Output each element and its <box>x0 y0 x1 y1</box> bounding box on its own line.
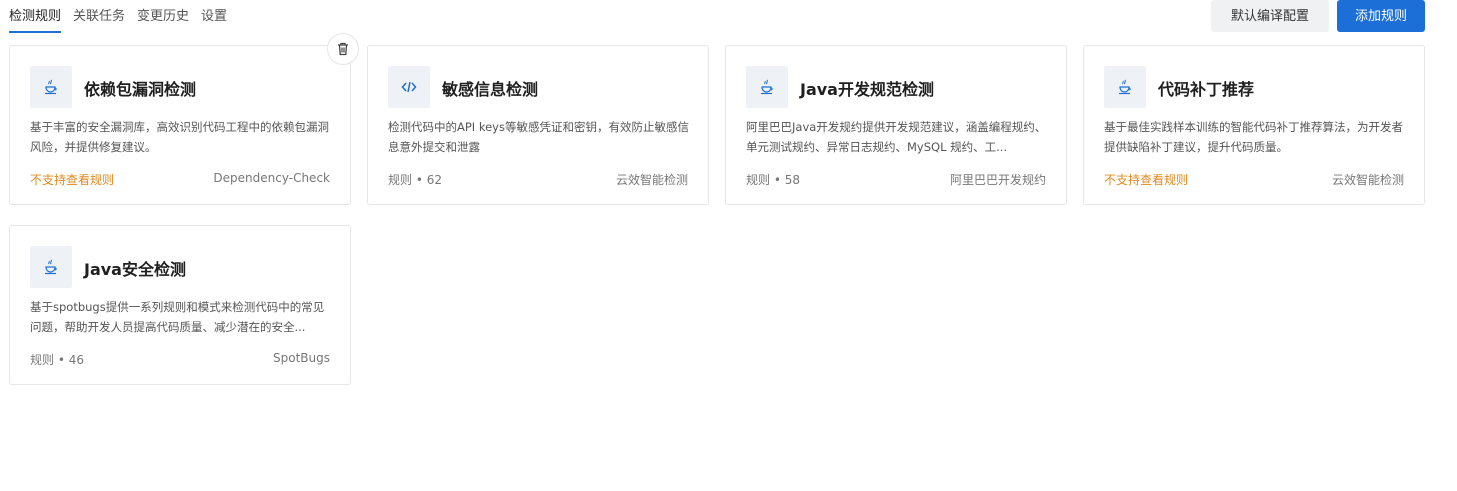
rule-card-dependency[interactable]: 依赖包漏洞检测 基于丰富的安全漏洞库，高效识别代码工程中的依赖包漏洞风险，并提供… <box>9 45 351 205</box>
tab-related-tasks[interactable]: 关联任务 <box>73 0 125 33</box>
card-engine: SpotBugs <box>273 351 330 365</box>
card-rule-count: 规则 • 62 <box>388 173 442 187</box>
rule-card-sensitive-info[interactable]: 敏感信息检测 检测代码中的API keys等敏感凭证和密钥，有效防止敏感信息意外… <box>367 45 709 205</box>
card-title: Java开发规范检测 <box>800 80 934 99</box>
card-title: 依赖包漏洞检测 <box>84 80 197 99</box>
card-icon-box <box>30 66 72 108</box>
trash-icon <box>338 42 348 56</box>
card-icon-box <box>388 66 430 108</box>
card-rule-count: 规则 • 46 <box>30 353 84 367</box>
card-title: Java安全检测 <box>84 260 186 279</box>
tab-change-history[interactable]: 变更历史 <box>137 0 189 33</box>
card-engine: 云效智能检测 <box>1331 173 1404 187</box>
add-rule-button[interactable]: 添加规则 <box>1337 0 1425 32</box>
card-icon-box <box>746 66 788 108</box>
rule-card-patch-recommend[interactable]: 代码补丁推荐 基于最佳实践样本训练的智能代码补丁推荐算法，为开发者提供缺陷补丁建… <box>1083 45 1425 205</box>
card-icon-box <box>30 246 72 288</box>
delete-rule-button[interactable] <box>327 33 359 65</box>
card-title: 敏感信息检测 <box>442 80 539 99</box>
java-cup-icon <box>45 79 57 95</box>
card-title: 代码补丁推荐 <box>1158 80 1255 99</box>
rule-card-java-security[interactable]: Java安全检测 基于spotbugs提供一系列规则和模式来检测代码中的常见问题… <box>9 225 351 385</box>
toolbar: 检测规则 关联任务 变更历史 设置 默认编译配置 添加规则 <box>0 0 1457 36</box>
card-rule-count: 规则 • 58 <box>746 173 800 187</box>
card-engine: Dependency-Check <box>213 171 330 185</box>
card-description: 基于最佳实践样本训练的智能代码补丁推荐算法，为开发者提供缺陷补丁建议，提升代码质… <box>1104 120 1403 154</box>
card-description: 基于丰富的安全漏洞库，高效识别代码工程中的依赖包漏洞风险，并提供修复建议。 <box>30 120 329 154</box>
default-config-button[interactable]: 默认编译配置 <box>1211 0 1329 32</box>
java-cup-icon <box>1119 79 1131 95</box>
code-icon <box>401 81 417 93</box>
java-cup-icon <box>761 79 773 95</box>
tab-bar: 检测规则 关联任务 变更历史 设置 <box>9 0 239 33</box>
card-description: 检测代码中的API keys等敏感凭证和密钥，有效防止敏感信息意外提交和泄露 <box>388 120 689 154</box>
tab-settings[interactable]: 设置 <box>201 0 227 33</box>
card-engine: 云效智能检测 <box>615 173 688 187</box>
java-cup-icon <box>45 259 57 275</box>
card-icon-box <box>1104 66 1146 108</box>
card-description: 基于spotbugs提供一系列规则和模式来检测代码中的常见问题，帮助开发人员提高… <box>30 300 325 334</box>
card-description: 阿里巴巴Java开发规约提供开发规范建议，涵盖编程规约、单元测试规约、异常日志规… <box>746 120 1047 154</box>
rule-card-java-conventions[interactable]: Java开发规范检测 阿里巴巴Java开发规约提供开发规范建议，涵盖编程规约、单… <box>725 45 1067 205</box>
card-rule-status: 不支持查看规则 <box>1104 173 1189 187</box>
card-engine: 阿里巴巴开发规约 <box>949 173 1046 187</box>
tab-rules[interactable]: 检测规则 <box>9 0 62 33</box>
card-rule-status: 不支持查看规则 <box>30 173 115 187</box>
